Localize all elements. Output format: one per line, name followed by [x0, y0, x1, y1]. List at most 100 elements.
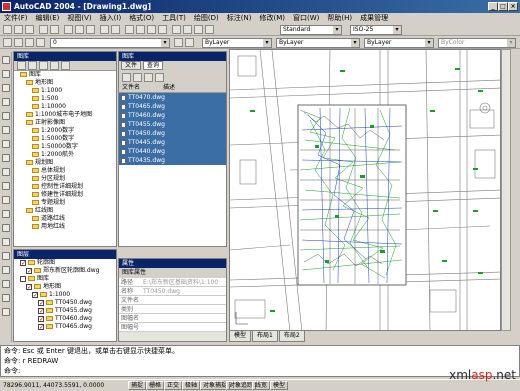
- layer-item[interactable]: ✓ TT0460.dwg: [14, 315, 116, 323]
- tree-item[interactable]: 1:500: [14, 95, 116, 103]
- vertical-scrollbar[interactable]: [501, 49, 511, 331]
- tree-item[interactable]: 规划图: [14, 159, 116, 167]
- ortho-toggle[interactable]: 正交: [164, 381, 183, 390]
- layer-checkbox[interactable]: ✓: [20, 259, 26, 266]
- snap-toggle[interactable]: 捕捉: [128, 381, 147, 390]
- menu-item[interactable]: 标注(N): [223, 13, 256, 24]
- arc-icon[interactable]: [2, 126, 10, 134]
- tree-item[interactable]: 控制性详细规划: [14, 183, 116, 191]
- revision-cloud-icon[interactable]: [2, 154, 10, 162]
- color-select[interactable]: ByLayer: [202, 38, 272, 48]
- rectangle-icon[interactable]: [2, 112, 10, 120]
- insert-icon[interactable]: [155, 73, 164, 82]
- undo-icon[interactable]: [100, 25, 109, 34]
- maximize-button[interactable]: □: [498, 2, 508, 11]
- region-icon[interactable]: [2, 280, 10, 288]
- file-row[interactable]: TT0460.dwg: [119, 111, 226, 120]
- layer-item[interactable]: ✓ TT0465.dwg: [14, 323, 116, 331]
- tree-up-icon[interactable]: [50, 61, 59, 70]
- tree-delete-icon[interactable]: [28, 61, 37, 70]
- tree-refresh-icon[interactable]: [39, 61, 48, 70]
- point-icon[interactable]: [2, 238, 10, 246]
- menu-item[interactable]: 成果管理: [356, 13, 392, 24]
- layer-checkbox[interactable]: ✓: [38, 315, 44, 322]
- zoom-realtime-icon[interactable]: [136, 25, 145, 34]
- column-description[interactable]: 描述: [163, 83, 175, 93]
- tree-item[interactable]: 1:10000: [14, 103, 116, 111]
- menu-item[interactable]: 帮助(H): [323, 13, 356, 24]
- ellipse-icon[interactable]: [2, 182, 10, 190]
- file-row[interactable]: TT0450.dwg: [119, 129, 226, 138]
- property-row[interactable]: 名称 TT0450.dwg: [119, 287, 226, 296]
- menu-item[interactable]: 绘图(D): [190, 13, 223, 24]
- menu-item[interactable]: 工具(T): [158, 13, 190, 24]
- layer-select[interactable]: 0: [50, 38, 170, 48]
- insert-block-icon[interactable]: [2, 210, 10, 218]
- file-row[interactable]: TT0465.dwg: [119, 102, 226, 111]
- autocad-app-icon[interactable]: [2, 2, 11, 11]
- layer-item[interactable]: ✓ 地形图: [14, 283, 116, 291]
- tab-layout2[interactable]: 布局2: [278, 331, 305, 342]
- layer-item[interactable]: ✓ TT0455.dwg: [14, 307, 116, 315]
- menu-item[interactable]: 修改(M): [255, 13, 289, 24]
- property-row[interactable]: 图幅号: [119, 323, 226, 332]
- column-filename[interactable]: 文件名: [122, 83, 140, 93]
- make-current-icon[interactable]: [174, 38, 183, 47]
- open-icon[interactable]: [14, 25, 23, 34]
- menu-item[interactable]: 编辑(E): [32, 13, 64, 24]
- tab-files[interactable]: 文件: [121, 61, 142, 70]
- file-row[interactable]: TT0455.dwg: [119, 120, 226, 129]
- tree-item[interactable]: 专题规划: [14, 199, 116, 207]
- paste-icon[interactable]: [86, 25, 95, 34]
- layer-checkbox[interactable]: ✓: [26, 267, 32, 274]
- tree-item[interactable]: 修建性详细规划: [14, 191, 116, 199]
- pan-icon[interactable]: [125, 25, 134, 34]
- tab-layout1[interactable]: 布局1: [252, 331, 278, 342]
- redo-icon[interactable]: [111, 25, 120, 34]
- help-icon[interactable]: [205, 25, 214, 34]
- layer-item[interactable]: ✓ TT0450.dwg: [14, 299, 116, 307]
- model-toggle[interactable]: 模型: [270, 381, 289, 390]
- tree-add-icon[interactable]: [17, 61, 26, 70]
- lineweight-select[interactable]: ByLayer: [364, 38, 434, 48]
- tree-item[interactable]: 1:1000: [14, 87, 116, 95]
- tree-item[interactable]: 1:1000城市电子地图: [14, 111, 116, 119]
- menu-item[interactable]: 窗口(W): [289, 13, 323, 24]
- preview-icon[interactable]: [50, 25, 59, 34]
- polygon-icon[interactable]: [2, 98, 10, 106]
- tree-item[interactable]: 1:50000数字: [14, 143, 116, 151]
- save-icon[interactable]: [25, 25, 34, 34]
- tree-view-icon[interactable]: [61, 61, 70, 70]
- layer-checkbox[interactable]: ✓: [38, 299, 44, 306]
- construction-line-icon[interactable]: [2, 70, 10, 78]
- dim-style-select[interactable]: ISO-25: [350, 25, 402, 35]
- gradient-icon[interactable]: [2, 266, 10, 274]
- layer-checkbox[interactable]: ✓: [26, 283, 32, 290]
- menu-item[interactable]: 视图(V): [63, 13, 95, 24]
- property-row[interactable]: 文件名: [119, 296, 226, 305]
- minimize-button[interactable]: _: [488, 2, 498, 11]
- tree-item[interactable]: 总体规划: [14, 167, 116, 175]
- command-window[interactable]: 命令: Esc 或 Enter 键退出，或单击右键显示快捷菜单。 命令: r RE…: [0, 345, 520, 377]
- layer-checkbox[interactable]: [20, 275, 26, 282]
- multiline-text-icon[interactable]: [2, 308, 10, 316]
- layer-item[interactable]: ✓ 轮廓图: [14, 259, 116, 267]
- tree-item[interactable]: 正射影像图: [14, 119, 116, 127]
- tool-palettes-icon[interactable]: [194, 25, 203, 34]
- tree-item[interactable]: 红线图: [14, 207, 116, 215]
- polyline-icon[interactable]: [2, 84, 10, 92]
- file-row[interactable]: TT0440.dwg: [119, 147, 226, 156]
- cut-icon[interactable]: [64, 25, 73, 34]
- tree-item[interactable]: 分区规划: [14, 175, 116, 183]
- layer-lock-icon[interactable]: [36, 38, 45, 47]
- zoom-window-icon[interactable]: [147, 25, 156, 34]
- menu-item[interactable]: 文件(F): [0, 13, 32, 24]
- tree-item[interactable]: 1:2000数字: [14, 127, 116, 135]
- plot-style-select[interactable]: ByColor: [438, 38, 516, 48]
- layer-checkbox[interactable]: ✓: [38, 323, 44, 330]
- tab-model[interactable]: 模型: [229, 331, 252, 342]
- tree-item[interactable]: 用地红线: [14, 223, 116, 231]
- layer-checkbox[interactable]: ✓: [38, 307, 44, 314]
- layer-manager-icon[interactable]: [3, 38, 12, 47]
- property-row[interactable]: 图幅名: [119, 314, 226, 323]
